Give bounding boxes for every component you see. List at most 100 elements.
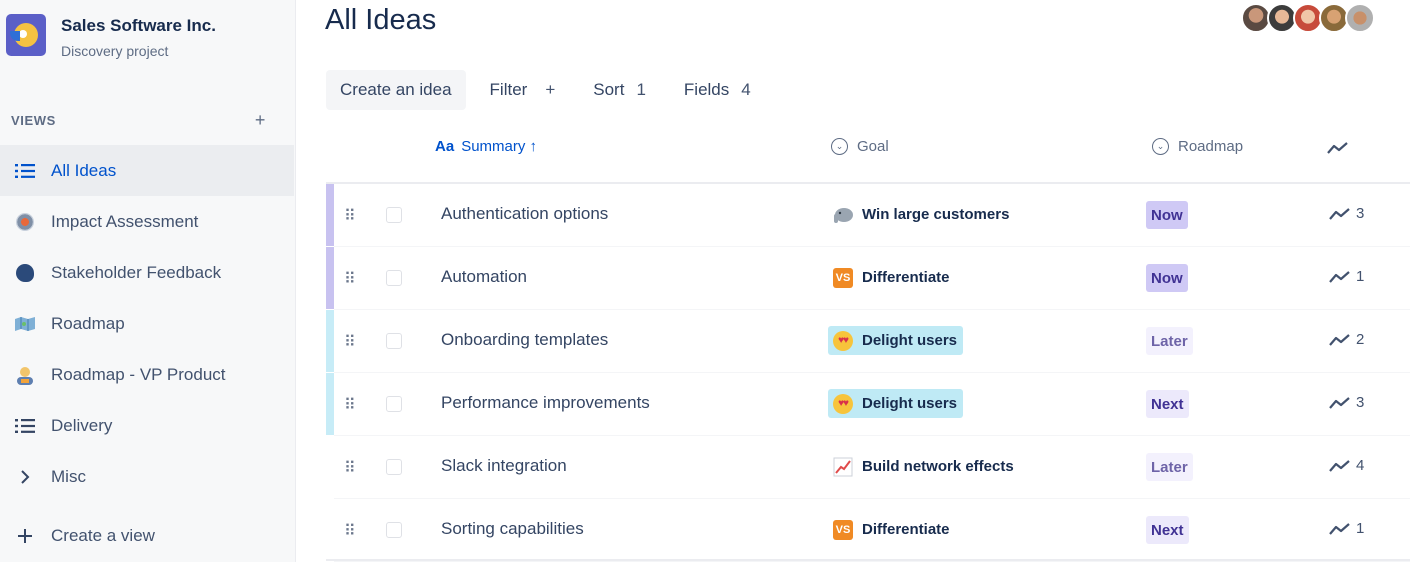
roadmap-tag[interactable]: Next [1146, 516, 1189, 544]
drag-handle-icon[interactable]: ⠿ [344, 269, 356, 289]
idea-summary[interactable]: Performance improvements [441, 393, 650, 413]
impact-value: 3 [1356, 394, 1365, 411]
goal-label: Win large customers [862, 206, 1010, 223]
vs-icon: VS [832, 267, 854, 289]
create-view-button[interactable]: Create a view [0, 510, 294, 561]
sidebar-item-impact-assessment[interactable]: Impact Assessment [0, 196, 294, 247]
impact-score: 2 [1329, 331, 1364, 348]
idea-summary[interactable]: Onboarding templates [441, 330, 608, 350]
row-checkbox[interactable] [386, 270, 402, 286]
goal-tag[interactable]: VS Differentiate [828, 515, 956, 544]
idea-summary[interactable]: Automation [441, 267, 527, 287]
group-strip [326, 184, 334, 246]
column-header-roadmap[interactable]: ⌄ Roadmap [1152, 138, 1243, 155]
drag-handle-icon[interactable]: ⠿ [344, 332, 356, 352]
sidebar-item-label: Delivery [51, 415, 113, 435]
trend-icon [1327, 142, 1348, 154]
project-subtitle: Discovery project [61, 43, 169, 59]
sidebar-item-delivery[interactable]: Delivery [0, 400, 294, 451]
row-checkbox[interactable] [386, 522, 402, 538]
row-checkbox[interactable] [386, 396, 402, 412]
heart-eyes-icon: ♥♥ [832, 330, 854, 352]
chart-increasing-icon [832, 456, 854, 478]
person-icon [14, 364, 36, 386]
table-row[interactable]: ⠿ Slack integration Build network effects L… [326, 436, 1410, 499]
table-row[interactable]: ⠿ Sorting capabilities VS Differentiate Next… [326, 499, 1410, 562]
roadmap-tag[interactable]: Now [1146, 264, 1188, 292]
sidebar-item-roadmap[interactable]: Roadmap [0, 298, 294, 349]
toolbar: Create an idea Filter + Sort 1 Fields 4 [326, 70, 765, 110]
sidebar-item-label: All Ideas [51, 160, 117, 180]
column-label: Summary ↑ [461, 138, 538, 155]
column-header-summary[interactable]: Aa Summary ↑ [435, 138, 537, 155]
impact-value: 3 [1356, 205, 1365, 222]
impact-value: 1 [1356, 268, 1365, 285]
goal-label: Delight users [862, 332, 958, 349]
impact-score: 3 [1329, 394, 1364, 411]
trend-icon [1329, 396, 1350, 409]
heart-eyes-icon: ♥♥ [832, 393, 854, 415]
trend-icon [1329, 522, 1350, 535]
trend-icon [1329, 333, 1350, 346]
project-name: Sales Software Inc. [61, 16, 216, 35]
impact-score: 4 [1329, 457, 1364, 474]
views-header: VIEWS + [11, 110, 266, 131]
sidebar-item-all-ideas[interactable]: All Ideas [0, 145, 294, 196]
elephant-icon [832, 204, 854, 226]
goal-tag[interactable]: Build network effects [828, 452, 1020, 481]
drag-handle-icon[interactable]: ⠿ [344, 206, 356, 226]
row-checkbox[interactable] [386, 207, 402, 223]
fields-label: Fields [683, 80, 730, 99]
idea-summary[interactable]: Sorting capabilities [441, 519, 584, 539]
fields-button[interactable]: Fields 4 [670, 70, 765, 110]
goal-tag[interactable]: Win large customers [828, 200, 1015, 229]
idea-summary[interactable]: Authentication options [441, 204, 608, 224]
goal-label: Build network effects [862, 458, 1014, 475]
table-row[interactable]: ⠿ Automation VS Differentiate Now 1 [326, 247, 1410, 310]
filter-label: Filter [489, 80, 528, 99]
target-icon [14, 211, 36, 233]
fields-count: 4 [741, 80, 751, 99]
sidebar-item-misc[interactable]: Misc [0, 451, 294, 502]
idea-summary[interactable]: Slack integration [441, 456, 567, 476]
sidebar-item-roadmap-vp-product[interactable]: Roadmap - VP Product [0, 349, 294, 400]
sidebar-item-label: Roadmap - VP Product [51, 364, 226, 384]
roadmap-tag[interactable]: Now [1146, 201, 1188, 229]
table-row[interactable]: ⠿ Performance improvements ♥♥ Delight users… [326, 373, 1410, 436]
create-idea-button[interactable]: Create an idea [326, 70, 466, 110]
collaborator-avatars[interactable] [1241, 3, 1375, 33]
avatar[interactable] [1345, 3, 1375, 33]
roadmap-tag[interactable]: Later [1146, 453, 1193, 481]
column-label: Goal [857, 138, 889, 155]
chevron-right-icon [14, 466, 36, 488]
drag-handle-icon[interactable]: ⠿ [344, 458, 356, 478]
sidebar-item-stakeholder-feedback[interactable]: Stakeholder Feedback [0, 247, 294, 298]
sidebar-item-label: Impact Assessment [51, 211, 199, 231]
sort-label: Sort [593, 80, 625, 99]
roadmap-tag[interactable]: Next [1146, 390, 1189, 418]
group-strip [326, 247, 334, 309]
impact-value: 1 [1356, 520, 1365, 537]
impact-value: 4 [1356, 457, 1365, 474]
column-header-impact[interactable] [1327, 141, 1349, 155]
add-view-icon[interactable]: + [255, 110, 266, 131]
goal-tag[interactable]: VS Differentiate [828, 263, 956, 292]
goal-tag[interactable]: ♥♥ Delight users [828, 326, 964, 355]
drag-handle-icon[interactable]: ⠿ [344, 521, 356, 541]
filter-button[interactable]: Filter + [476, 70, 570, 110]
roadmap-tag[interactable]: Later [1146, 327, 1193, 355]
create-view-label: Create a view [51, 525, 155, 545]
drag-handle-icon[interactable]: ⠿ [344, 395, 356, 415]
column-header-goal[interactable]: ⌄ Goal [831, 138, 889, 155]
sort-button[interactable]: Sort 1 [579, 70, 660, 110]
project-header[interactable]: Sales Software Inc. Discovery project [6, 14, 216, 59]
row-checkbox[interactable] [386, 459, 402, 475]
row-checkbox[interactable] [386, 333, 402, 349]
map-icon [14, 313, 36, 335]
list-icon [14, 415, 36, 437]
goal-tag[interactable]: ♥♥ Delight users [828, 389, 964, 418]
impact-score: 1 [1329, 268, 1364, 285]
table-row[interactable]: ⠿ Authentication options Win large custome… [326, 184, 1410, 247]
table-row[interactable]: ⠿ Onboarding templates ♥♥ Delight users Late… [326, 310, 1410, 373]
sidebar-item-label: Stakeholder Feedback [51, 262, 222, 282]
